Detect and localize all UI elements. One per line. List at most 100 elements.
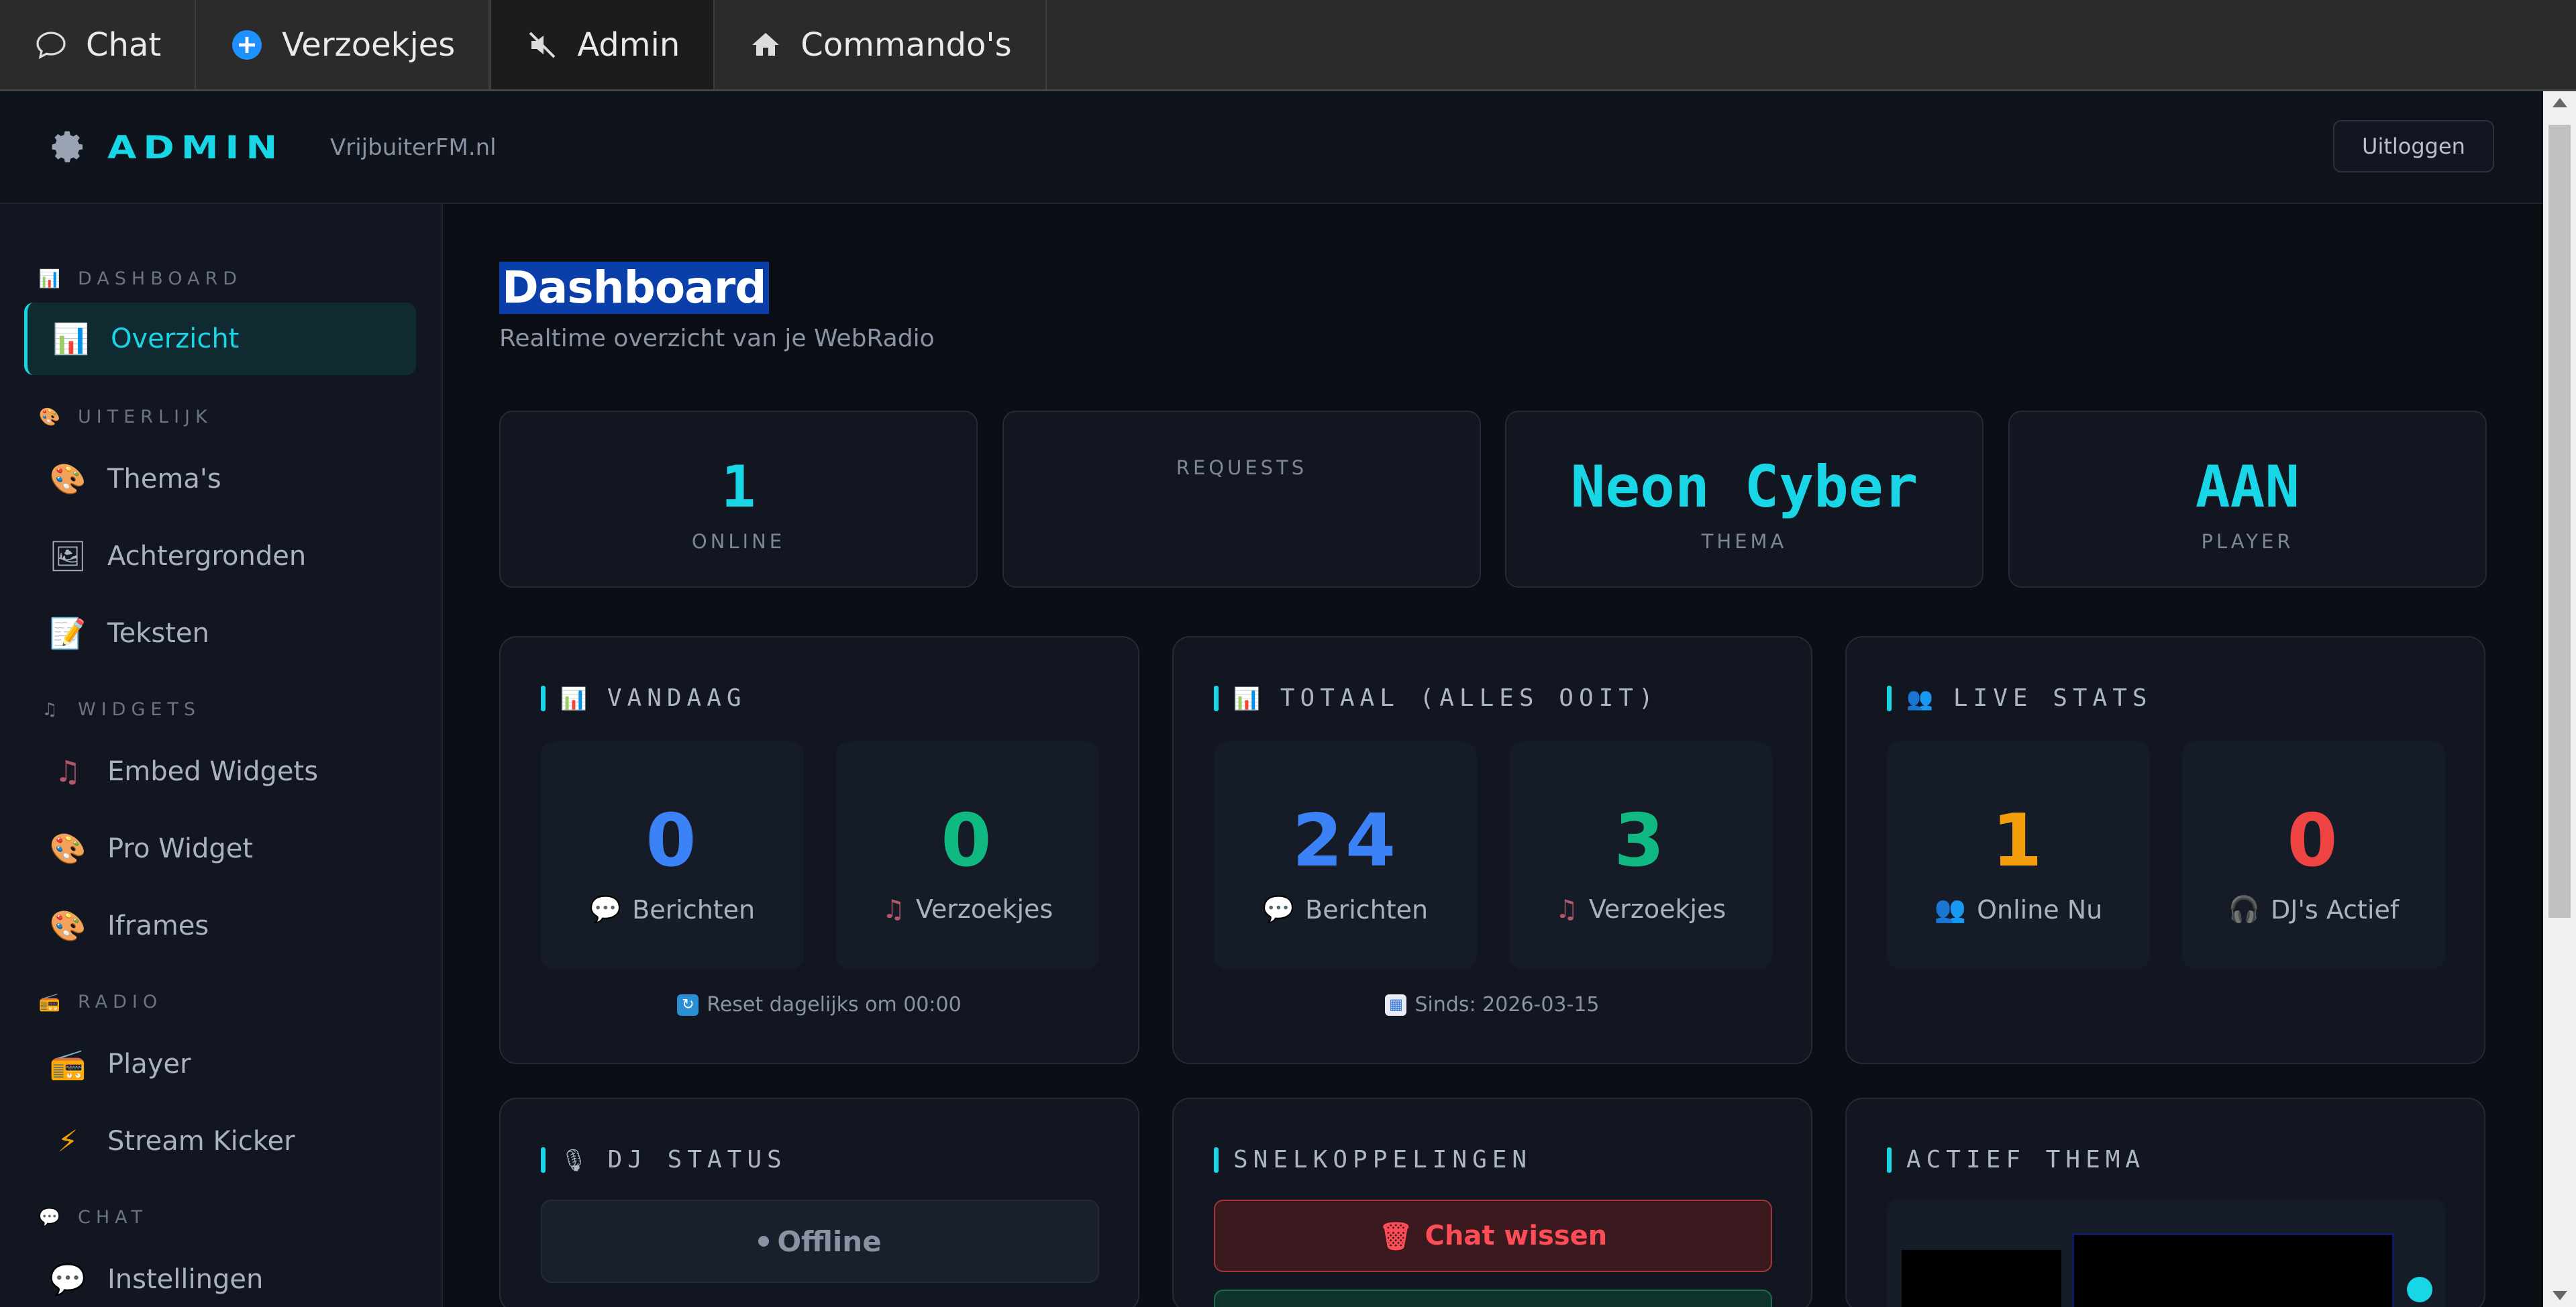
tile-verzoekjes-vandaag: 0 ♫ Verzoekjes xyxy=(836,741,1099,970)
calendar-icon: ▦ xyxy=(1385,994,1407,1016)
palette-icon: 🎨 xyxy=(49,832,87,866)
page-subtitle: Realtime overzicht van je WebRadio xyxy=(499,325,935,352)
panel-header: ACTIEF THEMA xyxy=(1887,1146,2145,1173)
panel-title: DJ STATUS xyxy=(607,1146,787,1173)
lightning-icon: ⚡ xyxy=(57,1124,79,1159)
accent-bar xyxy=(1214,1147,1219,1173)
sidebar-item-label: Achtergronden xyxy=(107,541,307,572)
clear-chat-button[interactable]: 🗑 Chat wissen xyxy=(1214,1200,1772,1272)
headphones-icon: 🎧 xyxy=(2228,894,2261,924)
tile-berichten-totaal: 24 💬 Berichten xyxy=(1214,741,1477,970)
sidebar-item-stream-kicker[interactable]: ⚡ Stream Kicker xyxy=(24,1105,416,1178)
tab-admin[interactable]: Admin xyxy=(490,0,715,89)
sidebar-item-embed-widgets[interactable]: ♫ Embed Widgets xyxy=(24,735,416,808)
admin-header: ADMIN VrijbuiterFM.nl Uitloggen xyxy=(0,91,2543,204)
sidebar-item-teksten[interactable]: 📝 Teksten xyxy=(24,597,416,670)
brand-title: ADMIN xyxy=(107,129,285,167)
tile-label-text: DJ's Actief xyxy=(2271,894,2400,925)
accent-bar xyxy=(1214,685,1219,711)
panel-title: ACTIEF THEMA xyxy=(1906,1146,2146,1173)
accent-bar xyxy=(541,685,546,711)
panel-snelkoppelingen: SNELKOPPELINGEN 🗑 Chat wissen xyxy=(1172,1098,1812,1307)
logout-button[interactable]: Uitloggen xyxy=(2333,120,2494,172)
sidebar: 📊 DASHBOARD 📊 Overzicht 🎨 UITERLIJK 🎨 Th… xyxy=(0,204,443,1307)
tab-verzoekjes-label: Verzoekjes xyxy=(282,25,456,64)
tab-chat-label: Chat xyxy=(86,25,162,64)
tile-label-text: Verzoekjes xyxy=(915,894,1053,924)
stat-card-thema: Neon Cyber THEMA xyxy=(1505,411,1983,588)
memo-icon: 📝 xyxy=(49,617,87,651)
tile-label: 💬 Berichten xyxy=(1214,894,1477,925)
tile-berichten-vandaag: 0 💬 Berichten xyxy=(541,741,804,970)
tile-verzoekjes-totaal: 3 ♫ Verzoekjes xyxy=(1509,741,1772,970)
home-icon xyxy=(748,28,783,62)
scroll-thumb[interactable] xyxy=(2548,125,2571,918)
refresh-icon: ↻ xyxy=(677,994,699,1016)
sidebar-item-overzicht[interactable]: 📊 Overzicht xyxy=(24,303,416,375)
tab-verzoekjes[interactable]: Verzoekjes xyxy=(196,0,491,89)
microphone-icon: 🎙 xyxy=(560,1147,593,1173)
sidebar-item-label: Thema's xyxy=(107,464,221,494)
tile-label: 💬 Berichten xyxy=(541,894,804,925)
tile-label-text: Berichten xyxy=(632,894,756,925)
stat-card-online: 1 ONLINE xyxy=(499,411,978,588)
tile-value: 3 xyxy=(1614,799,1667,883)
palette-icon: 🎨 xyxy=(49,462,87,496)
theme-preview-block xyxy=(2072,1233,2394,1307)
panel-title: LIVE STATS xyxy=(1953,684,2153,712)
music-note-icon: ♫ xyxy=(1555,894,1578,924)
speech-bubble-icon: 💬 xyxy=(589,894,622,924)
page-scrollbar[interactable] xyxy=(2543,91,2576,1307)
tile-value: 0 xyxy=(2287,799,2340,883)
panel-footer-text: Sinds: 2026-03-15 xyxy=(1414,993,1600,1016)
mute-speaker-icon xyxy=(525,28,560,62)
tile-value: 1 xyxy=(1992,799,2045,883)
sidebar-item-themas[interactable]: 🎨 Thema's xyxy=(24,443,416,515)
plus-circle-icon xyxy=(229,28,264,62)
accent-bar xyxy=(1887,685,1892,711)
scroll-down-arrow-icon[interactable] xyxy=(2553,1291,2567,1300)
panel-header: 📊 VANDAAG xyxy=(541,684,747,712)
sidebar-item-label: Overzicht xyxy=(111,323,240,354)
tile-value: 24 xyxy=(1292,799,1399,883)
sidebar-item-label: Instellingen xyxy=(107,1264,264,1295)
panel-live-stats: 👥 LIVE STATS 1 👥 Online Nu 0 🎧 DJ's Acti… xyxy=(1845,636,2485,1064)
tab-commandos[interactable]: Commando's xyxy=(715,0,1047,89)
stat-value: AAN xyxy=(2195,454,2300,521)
section-title: DASHBOARD xyxy=(78,268,243,289)
sidebar-item-label: Stream Kicker xyxy=(107,1126,295,1157)
tile-label: 🎧 DJ's Actief xyxy=(2182,894,2445,925)
sidebar-item-pro-widget[interactable]: 🎨 Pro Widget xyxy=(24,813,416,885)
speech-bubble-icon: 💬 xyxy=(38,1207,66,1228)
panel-footer: ▦ Sinds: 2026-03-15 xyxy=(1174,993,1811,1016)
tile-value: 0 xyxy=(941,799,994,883)
panel-header: 🎙 DJ STATUS xyxy=(541,1146,787,1173)
panel-totaal: 📊 TOTAAL (ALLES OOIT) 24 💬 Berichten 3 ♫… xyxy=(1172,636,1812,1064)
people-icon: 👥 xyxy=(1906,685,1939,711)
tile-label-text: Berichten xyxy=(1305,894,1429,925)
sidebar-item-iframes[interactable]: 🎨 Iframes xyxy=(24,890,416,962)
chart-icon: 📊 xyxy=(52,322,90,356)
stat-label: REQUESTS xyxy=(1176,456,1308,479)
sidebar-item-achtergronden[interactable]: 🖼 Achtergronden xyxy=(24,520,416,592)
stat-value: 1 xyxy=(721,454,756,521)
scroll-up-arrow-icon[interactable] xyxy=(2553,98,2567,107)
sidebar-item-player[interactable]: 📻 Player xyxy=(24,1028,416,1100)
panel-footer-text: Reset dagelijks om 00:00 xyxy=(707,993,962,1016)
tab-chat[interactable]: Chat xyxy=(0,0,197,89)
theme-preview xyxy=(1887,1200,2445,1307)
palette-icon: 🎨 xyxy=(38,407,66,427)
stat-value: Neon Cyber xyxy=(1570,454,1918,521)
stat-label: THEMA xyxy=(1701,530,1788,553)
sidebar-section-uiterlijk: 🎨 UITERLIJK xyxy=(38,407,213,427)
tab-commandos-label: Commando's xyxy=(801,25,1012,64)
sidebar-item-instellingen[interactable]: 💬 Instellingen xyxy=(24,1243,416,1307)
gear-icon xyxy=(50,128,87,166)
accent-bar xyxy=(541,1147,546,1173)
sidebar-item-label: Pro Widget xyxy=(107,833,254,864)
sidebar-item-label: Player xyxy=(107,1049,191,1080)
tile-label: ♫ Verzoekjes xyxy=(836,894,1099,924)
quick-link-button[interactable] xyxy=(1214,1290,1772,1307)
page-title: Dashboard xyxy=(499,262,769,314)
tab-admin-label: Admin xyxy=(577,25,680,64)
